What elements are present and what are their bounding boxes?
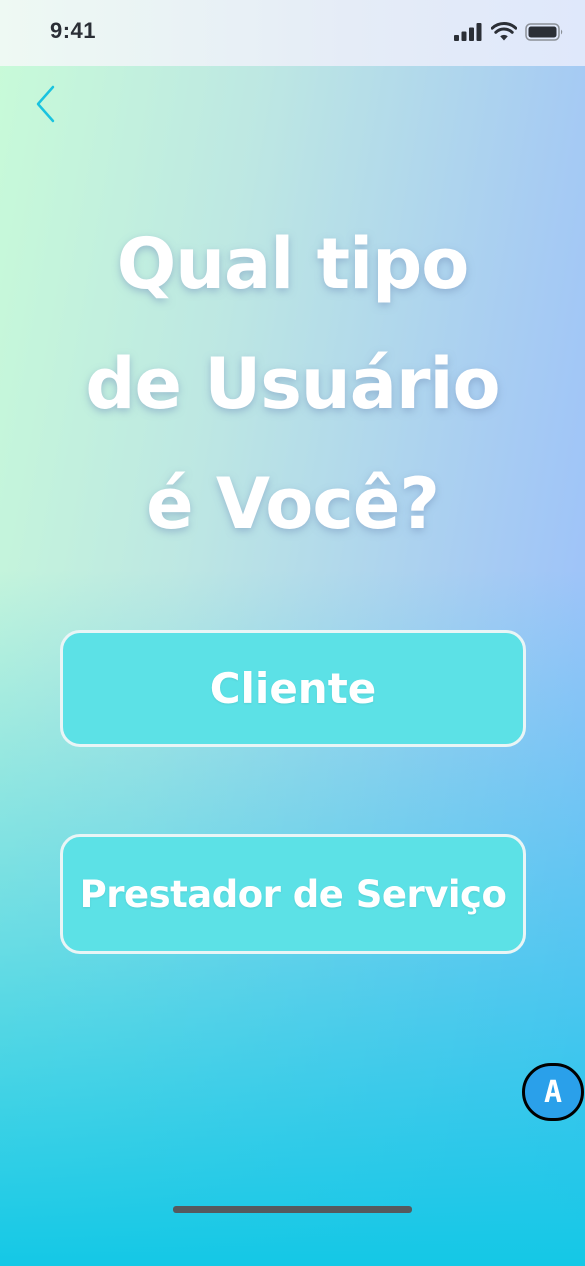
chevron-left-icon — [28, 85, 64, 128]
home-indicator[interactable] — [173, 1206, 412, 1213]
prestador-button-label: Prestador de Serviço — [79, 872, 507, 916]
cliente-button[interactable]: Cliente — [60, 630, 526, 747]
battery-icon — [525, 22, 565, 46]
wifi-icon — [490, 22, 518, 46]
status-bar: 9:41 — [0, 0, 585, 66]
floating-a-badge[interactable]: A — [522, 1063, 584, 1121]
prestador-de-servico-button[interactable]: Prestador de Serviço — [60, 834, 526, 954]
user-type-screen: 9:41 Qual tipo de Usuário é Você? Client… — [0, 0, 585, 1266]
title-line-2: de Usuário — [85, 343, 500, 425]
a-badge-label: A — [543, 1074, 563, 1110]
status-time: 9:41 — [50, 18, 97, 43]
status-icons — [453, 22, 565, 46]
title-line-1: Qual tipo — [116, 223, 470, 305]
back-button[interactable] — [28, 84, 64, 124]
cliente-button-label: Cliente — [209, 664, 377, 713]
cellular-signal-icon — [453, 22, 483, 46]
page-title: Qual tipo de Usuário é Você? — [0, 204, 585, 564]
title-line-3: é Você? — [146, 463, 440, 545]
